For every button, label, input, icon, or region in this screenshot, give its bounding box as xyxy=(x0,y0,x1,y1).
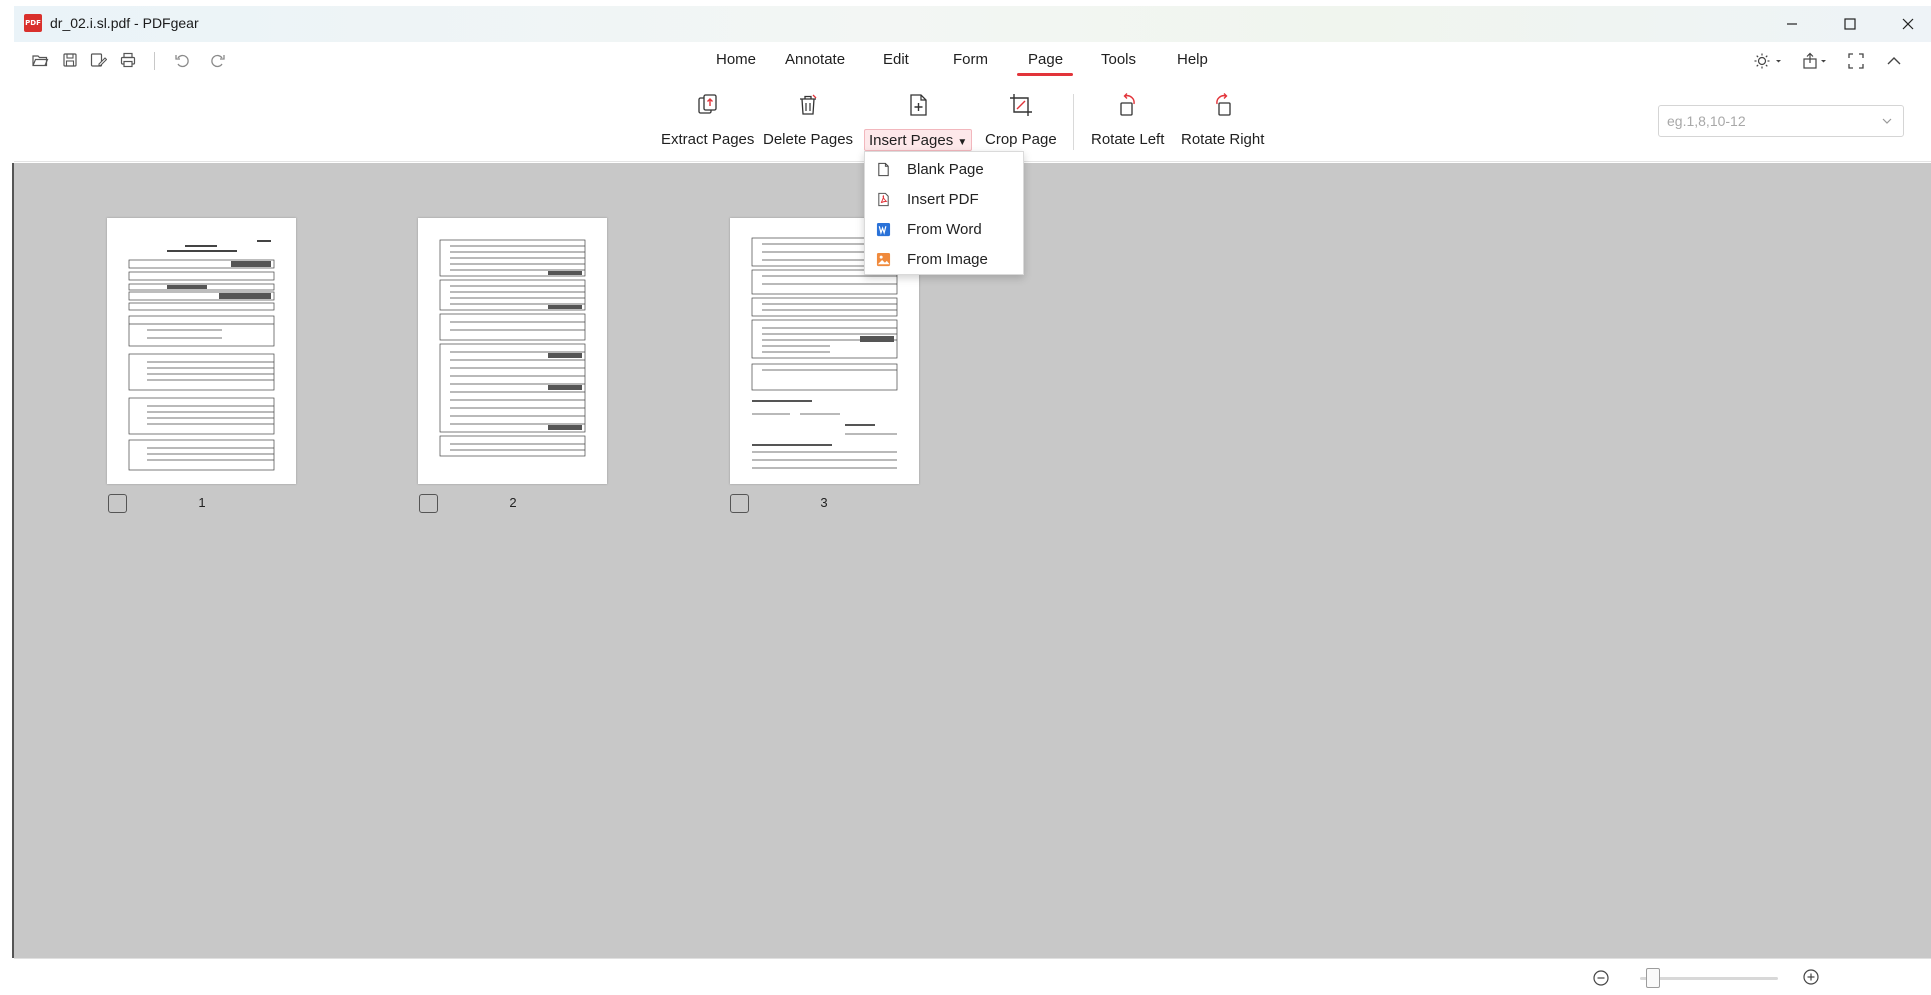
delete-pages-label: Delete Pages xyxy=(763,131,854,148)
menu-page[interactable]: Page xyxy=(1028,51,1063,68)
insert-pdf-label: Insert PDF xyxy=(907,190,979,208)
insert-pages-menu: Blank Page Insert PDF From Word From Ima… xyxy=(864,151,1024,275)
menu-item-insert-pdf[interactable]: Insert PDF xyxy=(865,185,1023,213)
rotate-right-label: Rotate Right xyxy=(1181,131,1265,148)
active-tab-indicator xyxy=(1017,73,1073,76)
menu-tools[interactable]: Tools xyxy=(1101,51,1136,68)
delete-pages-icon xyxy=(793,90,823,120)
page-1-preview xyxy=(128,240,275,471)
fullscreen-icon[interactable] xyxy=(1844,50,1868,72)
menu-item-blank-page[interactable]: Blank Page xyxy=(865,155,1023,183)
close-icon xyxy=(1902,18,1914,30)
menu-item-from-image[interactable]: From Image xyxy=(865,245,1023,273)
word-icon xyxy=(875,221,891,237)
page-2-checkbox[interactable] xyxy=(419,494,438,513)
from-image-label: From Image xyxy=(907,250,988,268)
extract-pages-label: Extract Pages xyxy=(661,131,755,148)
insert-pages-button[interactable]: Insert Pages ▼ xyxy=(864,90,973,151)
page-thumbnail[interactable] xyxy=(107,218,296,484)
from-word-label: From Word xyxy=(907,220,982,238)
theme-sun-icon[interactable] xyxy=(1752,50,1786,72)
page-range-input[interactable] xyxy=(1667,111,1867,131)
insert-pages-label: Insert Pages ▼ xyxy=(864,129,973,151)
insert-pages-icon xyxy=(903,90,933,120)
rotate-left-icon xyxy=(1113,90,1143,120)
page-number: 3 xyxy=(820,495,828,510)
window-border xyxy=(12,163,14,958)
minimize-button[interactable] xyxy=(1763,6,1821,42)
zoom-slider-track[interactable] xyxy=(1640,977,1778,980)
page-3-checkbox[interactable] xyxy=(730,494,749,513)
menu-annotate[interactable]: Annotate xyxy=(785,51,845,68)
maximize-icon xyxy=(1844,18,1856,30)
save-as-icon[interactable] xyxy=(88,50,108,70)
rotate-left-label: Rotate Left xyxy=(1091,131,1165,148)
crop-page-icon xyxy=(1006,90,1036,120)
page-2-preview xyxy=(439,239,586,457)
dropdown-caret-icon: ▼ xyxy=(957,137,968,148)
window-title: dr_02.i.sl.pdf - PDFgear xyxy=(50,15,199,31)
open-folder-icon[interactable] xyxy=(30,50,50,70)
page-1-checkbox[interactable] xyxy=(108,494,127,513)
rotate-left-button[interactable]: Rotate Left xyxy=(1087,90,1168,151)
menu-help[interactable]: Help xyxy=(1177,51,1208,68)
menu-item-from-word[interactable]: From Word xyxy=(865,215,1023,243)
menu-home[interactable]: Home xyxy=(716,51,756,68)
maximize-button[interactable] xyxy=(1821,6,1879,42)
ribbon-divider xyxy=(1073,94,1074,150)
page-ribbon: Extract Pages Delete Pages Insert Pages … xyxy=(14,80,1931,162)
minimize-icon xyxy=(1787,23,1797,25)
menu-form[interactable]: Form xyxy=(953,51,988,68)
delete-pages-button[interactable]: Delete Pages xyxy=(759,90,857,151)
pdf-file-icon xyxy=(875,191,891,207)
page-number: 2 xyxy=(509,495,517,510)
rotate-right-button[interactable]: Rotate Right xyxy=(1177,90,1268,151)
redo-icon[interactable] xyxy=(208,50,228,70)
extract-pages-icon xyxy=(693,90,723,120)
page-thumbnails-area: 1 2 3 xyxy=(14,163,1931,958)
toolbar-divider xyxy=(154,52,155,70)
collapse-ribbon-icon[interactable] xyxy=(1882,50,1906,72)
blank-page-icon xyxy=(875,161,891,177)
zoom-in-icon[interactable] xyxy=(1801,967,1821,987)
menu-edit[interactable]: Edit xyxy=(883,51,909,68)
menu-bar: Home Annotate Edit Form Page Tools Help xyxy=(14,42,1931,80)
page-thumbnail[interactable] xyxy=(418,218,607,484)
blank-page-label: Blank Page xyxy=(907,160,984,178)
save-icon[interactable] xyxy=(60,50,80,70)
title-bar: PDF dr_02.i.sl.pdf - PDFgear xyxy=(14,6,1931,42)
zoom-slider-handle[interactable] xyxy=(1646,968,1661,988)
crop-page-label: Crop Page xyxy=(985,131,1057,148)
page-number: 1 xyxy=(198,495,206,510)
page-range-field[interactable] xyxy=(1658,105,1904,137)
crop-page-button[interactable]: Crop Page xyxy=(981,90,1061,151)
print-icon[interactable] xyxy=(118,50,138,70)
close-button[interactable] xyxy=(1879,6,1931,42)
share-icon[interactable] xyxy=(1800,50,1830,72)
pdfgear-logo-icon: PDF xyxy=(24,14,42,32)
image-icon xyxy=(875,251,891,267)
chevron-down-icon[interactable] xyxy=(1881,115,1893,127)
rotate-right-icon xyxy=(1208,90,1238,120)
extract-pages-button[interactable]: Extract Pages xyxy=(657,90,758,151)
undo-icon[interactable] xyxy=(172,50,192,70)
zoom-out-icon[interactable] xyxy=(1591,968,1611,988)
